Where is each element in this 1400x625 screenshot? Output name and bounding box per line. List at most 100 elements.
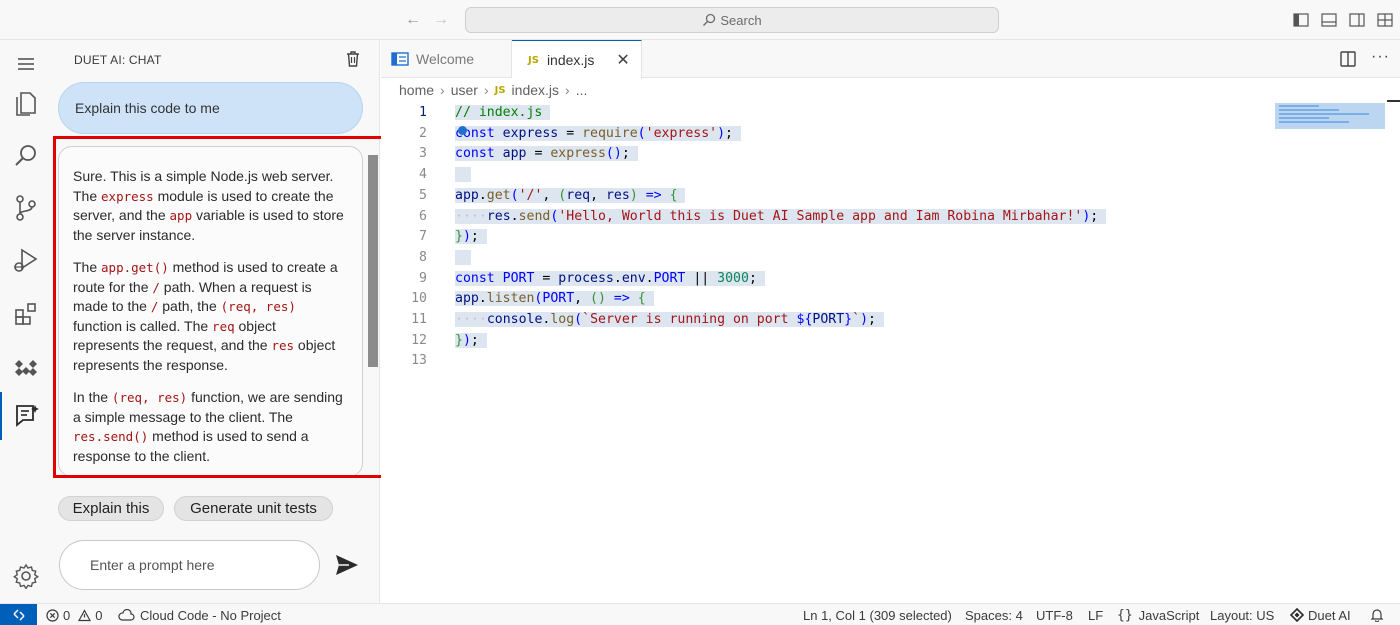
reply-paragraph: Sure. This is a simple Node.js web serve…: [73, 167, 344, 245]
code-line: 1 // index.js: [381, 103, 1381, 124]
reply-text: function is called. The: [73, 317, 213, 334]
remote-indicator-icon[interactable]: [0, 604, 37, 625]
line-number: 10: [411, 291, 427, 307]
welcome-icon: [391, 52, 409, 66]
cloud-code-label: Cloud Code - No Project: [140, 607, 281, 623]
user-message-bubble: Explain this code to me: [58, 82, 363, 134]
encoding[interactable]: UTF-8: [1036, 604, 1073, 625]
code-text: app.listen(PORT, () => {: [455, 289, 654, 310]
cloud-code-icon[interactable]: [0, 344, 52, 392]
chevron-right-icon: ›: [565, 82, 570, 98]
inline-code: /: [152, 279, 160, 295]
trash-icon[interactable]: [345, 50, 361, 68]
split-editor-icon[interactable]: [1339, 50, 1357, 68]
javascript-file-icon: JS: [528, 54, 539, 66]
code-line: 9 const PORT = process.env.PORT || 3000;: [381, 269, 1381, 290]
cloud-icon: [118, 609, 135, 621]
indentation[interactable]: Spaces: 4: [965, 604, 1023, 625]
inline-code: app.get(): [101, 260, 169, 275]
code-line: 2 const express = require('express');: [381, 124, 1381, 145]
duet-ai-chat-panel: DUET AI: CHAT Explain this code to me Su…: [52, 40, 389, 603]
chevron-right-icon: ›: [483, 82, 489, 98]
search-view-icon[interactable]: [0, 132, 52, 180]
activity-bar: [0, 40, 52, 603]
toggle-panel-icon[interactable]: [1320, 11, 1338, 29]
error-count: 0: [63, 607, 71, 623]
code-line: 4: [381, 165, 1381, 186]
tab-welcome[interactable]: Welcome: [381, 40, 512, 78]
notifications-bell-icon[interactable]: [1370, 604, 1384, 625]
extensions-icon[interactable]: [0, 290, 52, 338]
minimap-line: [1279, 105, 1319, 107]
prompt-input[interactable]: [59, 540, 320, 590]
toggle-primary-sidebar-icon[interactable]: [1292, 11, 1310, 29]
inline-code: app: [169, 208, 193, 223]
breadcrumb-item[interactable]: ...: [576, 82, 588, 98]
settings-gear-icon[interactable]: [0, 552, 52, 600]
code-text: const app = express();: [455, 144, 638, 165]
forward-arrow-icon[interactable]: →: [431, 10, 451, 30]
close-icon[interactable]: ✕: [616, 50, 629, 70]
scroll-indicator: [1387, 100, 1400, 102]
duet-ai-icon: [1290, 608, 1304, 622]
line-number: 4: [419, 167, 427, 183]
run-and-debug-icon[interactable]: [0, 236, 52, 284]
reply-text: path, the: [158, 298, 221, 314]
code-text: app.get('/', (req, res) => {: [455, 186, 686, 207]
inline-code: express: [101, 188, 154, 204]
text-cursor: [458, 126, 467, 135]
line-number: 7: [419, 229, 427, 245]
breadcrumb-item[interactable]: index.js: [512, 82, 559, 98]
toggle-secondary-sidebar-icon[interactable]: [1348, 11, 1366, 29]
line-number: 2: [419, 125, 427, 141]
customize-layout-icon[interactable]: [1376, 11, 1394, 29]
code-line: 12});: [381, 331, 1381, 352]
line-number: 11: [411, 312, 427, 327]
warning-count: 0: [95, 607, 103, 623]
search-label: Search: [720, 12, 762, 28]
more-actions-icon[interactable]: ···: [1371, 48, 1390, 66]
cloud-code-status[interactable]: Cloud Code - No Project: [118, 604, 281, 625]
encoding-label: UTF-8: [1036, 607, 1073, 623]
line-number: 8: [419, 249, 427, 265]
line-number: 1: [419, 105, 427, 120]
inline-code: res: [271, 338, 295, 353]
end-of-line[interactable]: LF: [1088, 604, 1103, 625]
language-mode[interactable]: {} JavaScript: [1117, 604, 1199, 625]
breadcrumb-item[interactable]: home: [399, 82, 434, 98]
cursor-position[interactable]: Ln 1, Col 1 (309 selected): [803, 604, 952, 625]
code-text: const express = require('express');: [455, 124, 741, 145]
tab-index-js[interactable]: JS index.js ✕: [512, 40, 642, 79]
code-line: 5 app.get('/', (req, res) => {: [381, 186, 1381, 207]
duet-ai-status[interactable]: Duet AI: [1290, 604, 1351, 625]
back-arrow-icon[interactable]: ←: [403, 10, 423, 30]
code-line: 7});: [381, 227, 1381, 248]
error-icon: [46, 608, 59, 622]
layout-label: Layout: US: [1210, 607, 1275, 623]
explain-this-chip[interactable]: Explain this: [58, 496, 164, 521]
reply-scrollbar[interactable]: [368, 155, 378, 367]
code-text: });: [455, 227, 487, 248]
command-center-search[interactable]: Search: [465, 7, 999, 33]
language-label: JavaScript: [1138, 607, 1200, 623]
code-line: 6 ····res.send('Hello, World this is Duet…: [381, 207, 1381, 228]
reply-paragraph: In the (req, res) function, we are sendi…: [73, 388, 344, 466]
send-icon[interactable]: [334, 552, 360, 578]
chevron-right-icon: ›: [440, 82, 445, 98]
reply-text: In the: [73, 389, 112, 405]
indentation-label: Spaces: 4: [965, 607, 1023, 623]
minimap[interactable]: [1275, 103, 1385, 129]
duet-ai-label: Duet AI: [1308, 607, 1351, 623]
inline-code: (req, res): [220, 299, 296, 314]
generate-unit-tests-chip[interactable]: Generate unit tests: [174, 496, 333, 521]
source-control-icon[interactable]: [0, 184, 52, 232]
duet-ai-chat-icon[interactable]: [0, 392, 52, 440]
code-line: 13: [381, 351, 1381, 372]
minimap-line: [1279, 121, 1349, 123]
title-bar: ← → Search: [0, 0, 1400, 40]
problems-indicator[interactable]: 0 0: [46, 604, 102, 625]
code-editor[interactable]: 1 // index.js 2 const express = require('e…: [381, 100, 1400, 603]
breadcrumb-item[interactable]: user: [451, 82, 478, 98]
keyboard-layout[interactable]: Layout: US: [1210, 604, 1274, 625]
explorer-icon[interactable]: [0, 80, 52, 128]
